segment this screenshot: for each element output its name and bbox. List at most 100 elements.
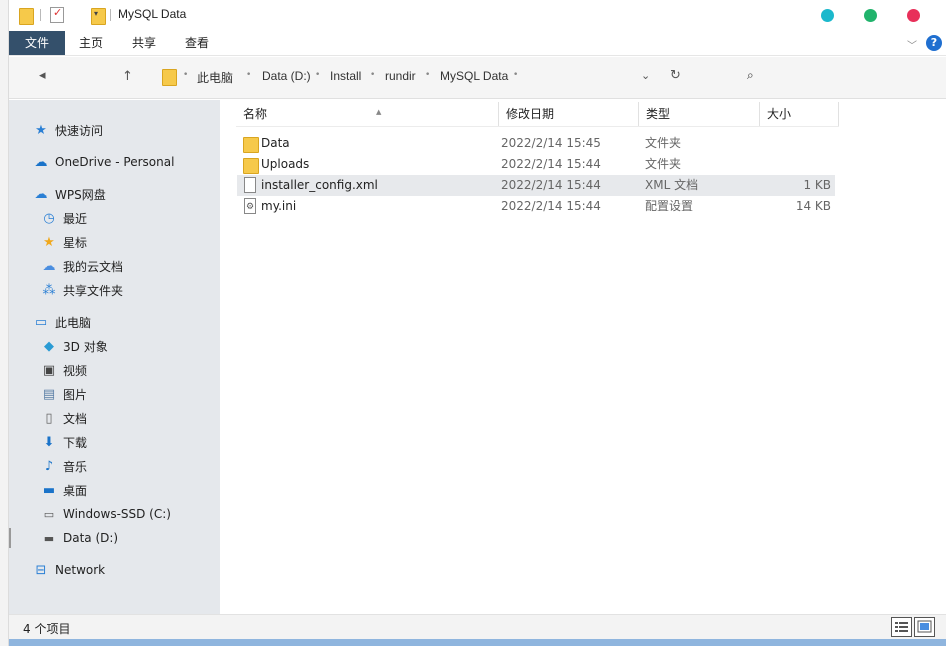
file-list: 名称 ▲ 修改日期 类型 大小 Data 2022/2/14 15:45 文件夹…	[220, 100, 946, 614]
star-icon: ★	[43, 234, 55, 250]
sidebar-item-wps-cloud[interactable]: ☁ WPS网盘	[33, 184, 106, 204]
file-size: 1 KB	[803, 178, 831, 192]
crumb-separator: •	[370, 70, 376, 80]
drive-icon: ▭	[43, 507, 55, 521]
video-icon: ▣	[42, 362, 56, 378]
sidebar-item-videos[interactable]: ▣ 视频	[41, 360, 87, 380]
selection-marker	[9, 528, 11, 548]
star-pin-icon: ★	[35, 122, 47, 138]
crumb-separator: •	[183, 70, 189, 80]
xml-file-icon	[244, 177, 256, 193]
refresh-icon[interactable]: ↻	[670, 68, 681, 83]
wps-cloud-icon: ☁	[34, 186, 48, 202]
file-type: XML 文档	[645, 178, 699, 192]
sidebar-item-label: 此电脑	[55, 315, 92, 330]
cube-icon: ◆	[44, 338, 54, 354]
sidebar-item-label: 快速访问	[55, 123, 104, 138]
sidebar-item-recent[interactable]: ◷ 最近	[41, 208, 87, 228]
navigation-pane: ★ 快速访问 ☁ OneDrive - Personal ☁ WPS网盘 ◷ 最…	[9, 100, 220, 614]
sidebar-item-3d-objects[interactable]: ◆ 3D 对象	[41, 336, 108, 356]
sidebar-item-label: 最近	[63, 211, 88, 226]
sidebar-item-onedrive[interactable]: ☁ OneDrive - Personal	[33, 152, 175, 172]
sidebar-item-documents[interactable]: ▯ 文档	[41, 408, 87, 428]
desktop-icon: ▬	[42, 482, 56, 498]
sidebar-item-downloads[interactable]: ⬇ 下载	[41, 432, 87, 452]
file-type: 配置设置	[645, 199, 694, 213]
document-icon: ▯	[45, 410, 53, 426]
sidebar-item-label: 视频	[63, 363, 88, 378]
quick-access-dropdown-icon[interactable]: ▾	[94, 9, 98, 18]
sort-ascending-icon: ▲	[376, 108, 382, 116]
sidebar-item-desktop[interactable]: ▬ 桌面	[41, 480, 87, 500]
table-row[interactable]: installer_config.xml 2022/2/14 15:44 XML…	[237, 175, 835, 196]
file-name: Uploads	[261, 157, 310, 171]
search-icon[interactable]: ⌕	[747, 68, 754, 83]
tab-file[interactable]: 文件	[9, 31, 65, 55]
tab-share[interactable]: 共享	[122, 31, 166, 55]
cloud-doc-icon: ☁	[42, 258, 56, 274]
expand-ribbon-icon[interactable]: ﹀	[907, 37, 917, 52]
divider	[110, 9, 111, 21]
sidebar-item-drive-d[interactable]: ▬ Data (D:)	[41, 528, 118, 548]
item-count: 4 个项目	[23, 622, 71, 636]
sidebar-item-this-pc[interactable]: ▭ 此电脑	[33, 312, 91, 332]
breadcrumb-install[interactable]: Install	[330, 69, 361, 83]
column-header-name[interactable]: 名称 ▲	[236, 102, 499, 126]
column-label: 名称	[243, 107, 268, 121]
sidebar-item-drive-c[interactable]: ▭ Windows-SSD (C:)	[41, 504, 171, 524]
background-window-edge	[0, 0, 8, 646]
sidebar-item-label: Network	[55, 563, 106, 577]
column-header-date[interactable]: 修改日期	[499, 102, 639, 126]
close-button[interactable]	[907, 9, 920, 22]
details-view-icon[interactable]	[891, 617, 912, 637]
properties-icon[interactable]	[50, 6, 64, 23]
sidebar-item-music[interactable]: ♪ 音乐	[41, 456, 87, 476]
breadcrumb-mysql-data[interactable]: MySQL Data	[440, 69, 508, 83]
tab-home[interactable]: 主页	[69, 31, 113, 55]
breadcrumb-this-pc[interactable]: 此电脑	[197, 69, 233, 86]
back-icon[interactable]: ◂	[39, 68, 46, 83]
sidebar-item-network[interactable]: ⊟ Network	[33, 560, 106, 580]
table-row[interactable]: Uploads 2022/2/14 15:44 文件夹	[237, 154, 835, 175]
sidebar-item-label: 我的云文档	[63, 259, 124, 274]
up-icon[interactable]: ↑	[122, 69, 133, 84]
download-icon: ⬇	[43, 434, 55, 450]
sidebar-item-quick-access[interactable]: ★ 快速访问	[33, 120, 103, 140]
table-row[interactable]: Data 2022/2/14 15:45 文件夹	[237, 133, 835, 154]
folder-icon[interactable]	[19, 7, 34, 25]
clock-icon: ◷	[43, 210, 55, 226]
large-icons-view-icon[interactable]	[914, 617, 935, 637]
folder-icon	[243, 135, 259, 153]
crumb-separator: •	[513, 70, 519, 80]
sidebar-item-label: 文档	[63, 411, 88, 426]
file-size: 14 KB	[795, 199, 831, 213]
location-folder-icon	[162, 68, 177, 86]
file-type: 文件夹	[645, 157, 682, 171]
file-date: 2022/2/14 15:44	[501, 178, 601, 192]
help-icon[interactable]: ?	[926, 35, 942, 51]
maximize-button[interactable]	[864, 9, 877, 22]
file-date: 2022/2/14 15:44	[501, 199, 601, 213]
sidebar-item-shared-folder[interactable]: ⁂ 共享文件夹	[41, 280, 124, 300]
minimize-button[interactable]	[821, 9, 834, 22]
column-header-type[interactable]: 类型	[639, 102, 760, 126]
breadcrumb-data-drive[interactable]: Data (D:)	[262, 69, 311, 83]
column-header-size[interactable]: 大小	[760, 102, 839, 126]
address-history-dropdown-icon[interactable]: ⌄	[641, 69, 650, 82]
file-name: installer_config.xml	[261, 178, 378, 192]
explorer-window: ▾ MySQL Data 文件 主页 共享 查看 ﹀ ? ◂ ↑ • 此电脑 •…	[8, 0, 946, 646]
sidebar-item-cloud-docs[interactable]: ☁ 我的云文档	[41, 256, 124, 276]
picture-icon: ▤	[42, 386, 56, 402]
network-icon: ⊟	[35, 562, 47, 578]
sidebar-item-label: 星标	[63, 235, 88, 250]
status-bar: 4 个项目	[9, 614, 946, 639]
table-row[interactable]: my.ini 2022/2/14 15:44 配置设置 14 KB	[237, 196, 835, 217]
breadcrumb-rundir[interactable]: rundir	[385, 69, 416, 83]
file-date: 2022/2/14 15:44	[501, 157, 601, 171]
title-bar: ▾ MySQL Data	[9, 0, 946, 30]
tab-view[interactable]: 查看	[175, 31, 219, 55]
sidebar-item-label: 共享文件夹	[63, 283, 124, 298]
sidebar-item-pictures[interactable]: ▤ 图片	[41, 384, 87, 404]
header-divider	[236, 126, 839, 127]
sidebar-item-starred[interactable]: ★ 星标	[41, 232, 87, 252]
